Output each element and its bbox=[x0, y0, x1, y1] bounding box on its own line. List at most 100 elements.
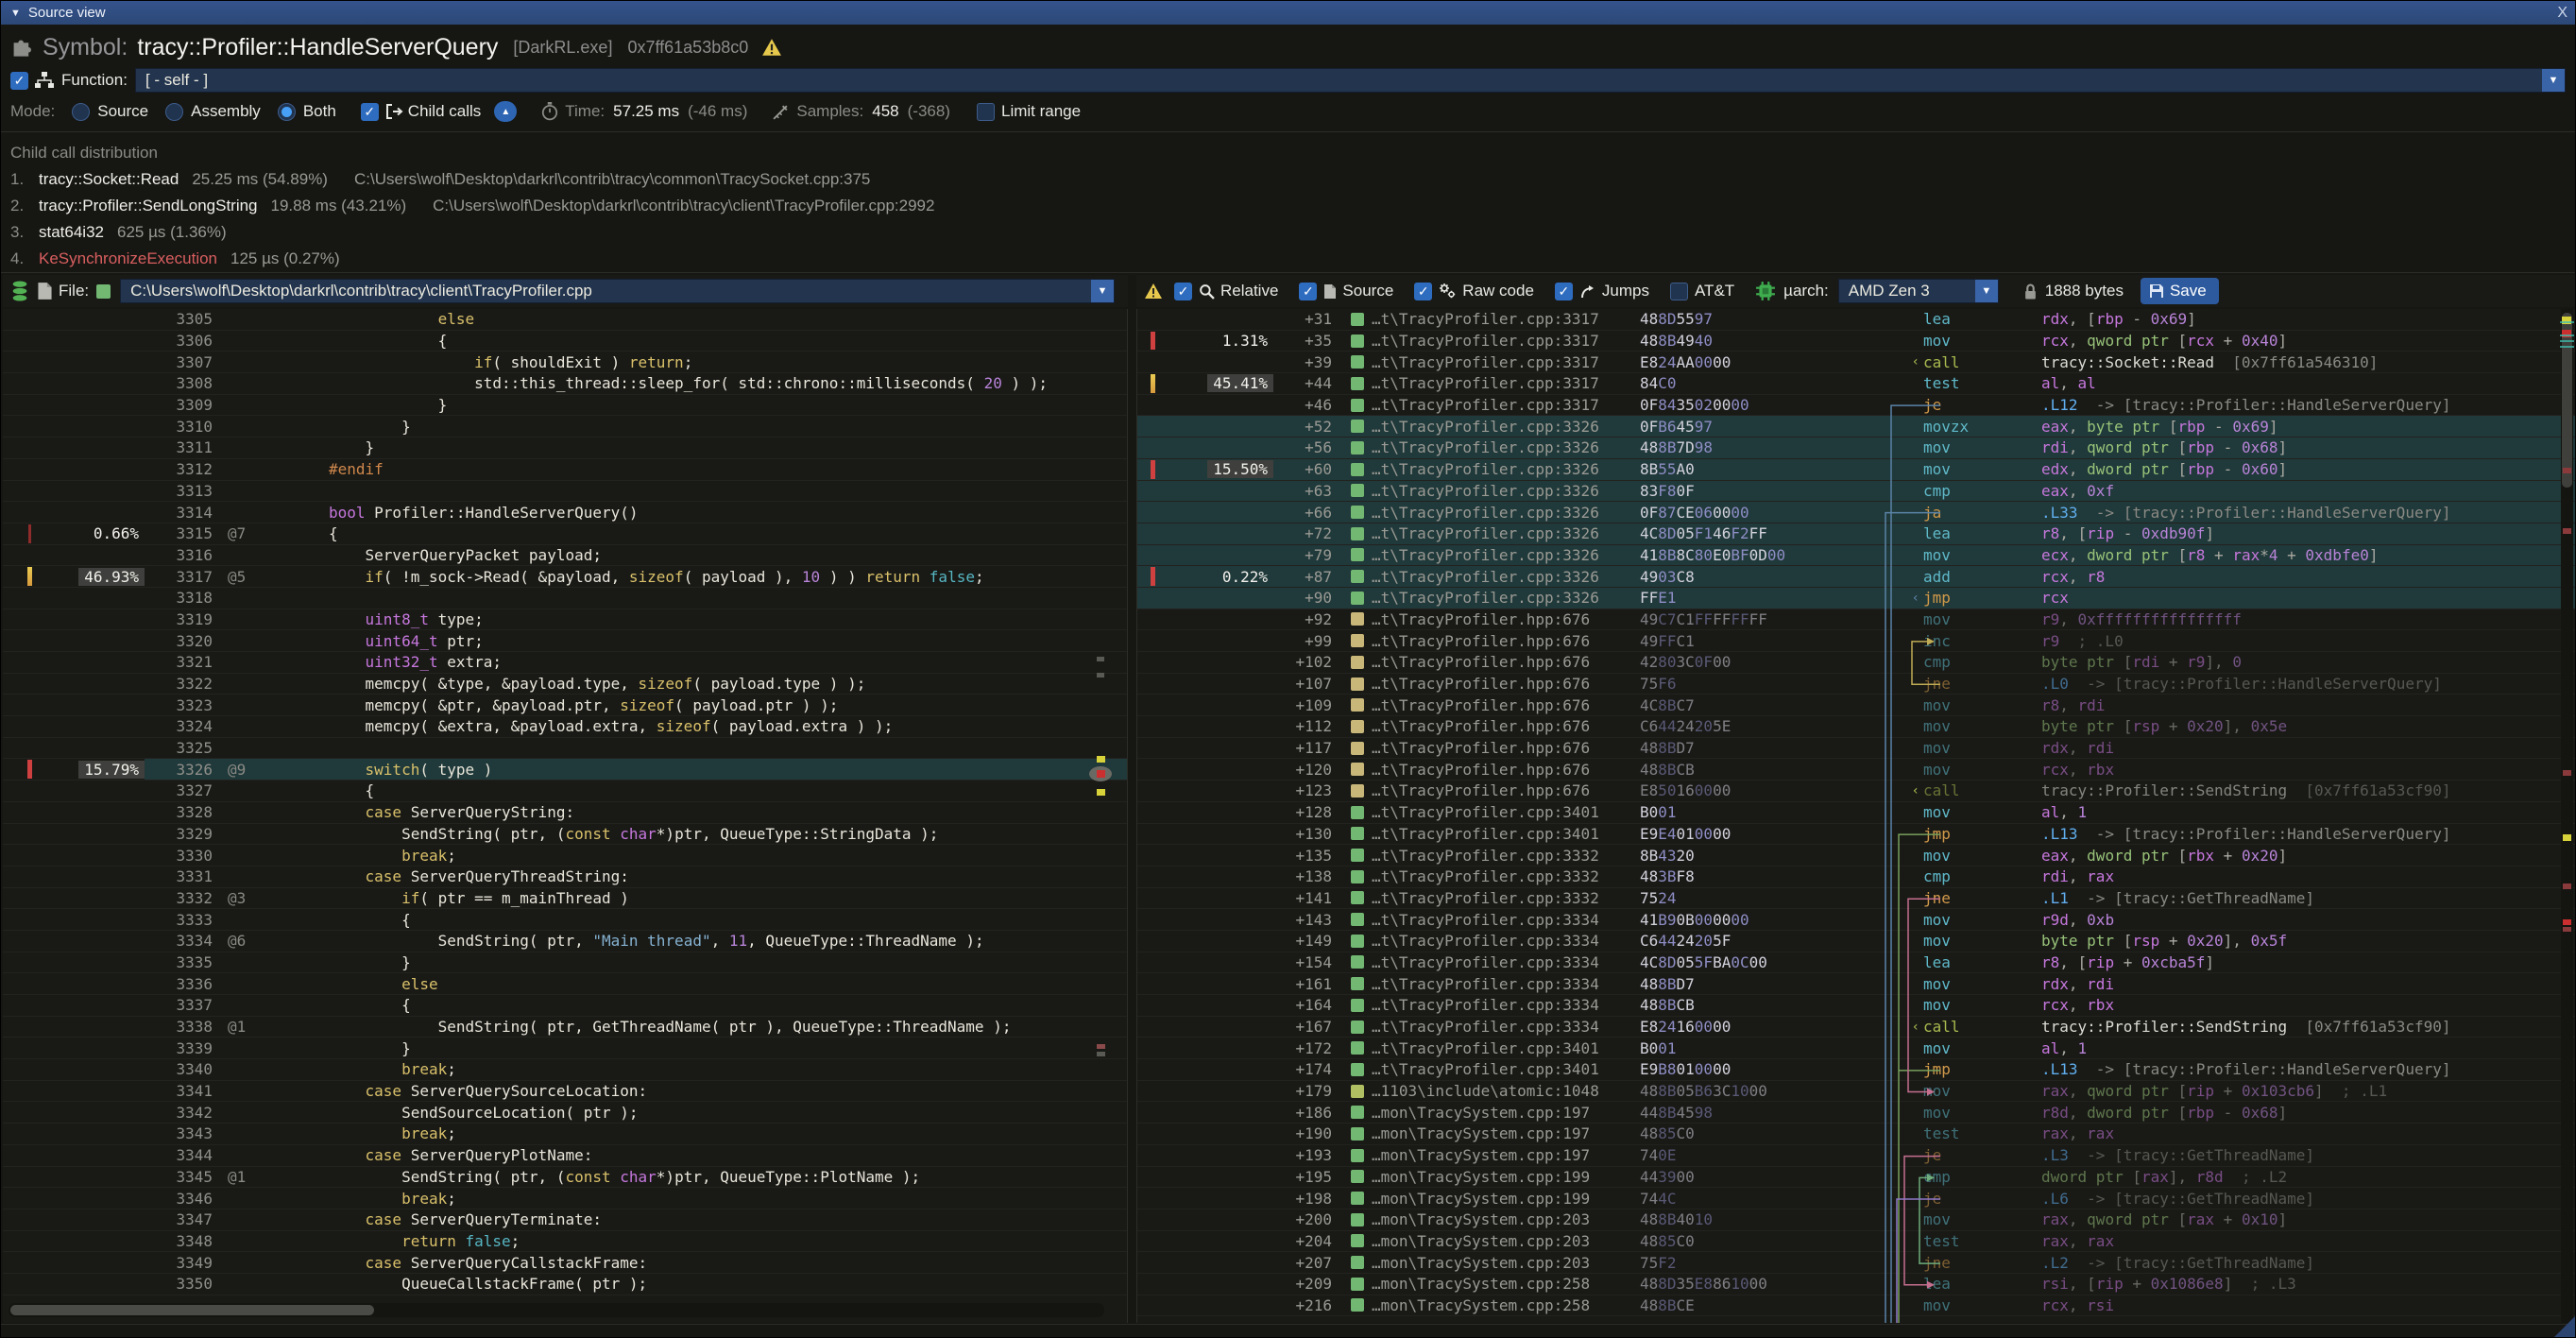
asm-row[interactable]: +102 …t\TracyProfiler.hpp:676 42803C0F00… bbox=[1137, 652, 2575, 674]
asm-row[interactable]: +141 …t\TracyProfiler.cpp:3332 7524 jne … bbox=[1137, 888, 2575, 910]
asm-mnemonic[interactable]: jne bbox=[1923, 1254, 2041, 1272]
source-line-row[interactable]: 3318 bbox=[3, 588, 1127, 609]
asm-mnemonic[interactable]: call bbox=[1923, 353, 2041, 371]
asm-row[interactable]: +90 …t\TracyProfiler.cpp:3326 FFE1 ‹ jmp… bbox=[1137, 588, 2575, 609]
source-line-row[interactable]: 3307 if( shouldExit ) return; bbox=[3, 352, 1127, 373]
uarch-dropdown[interactable]: AMD Zen 3 ▼ bbox=[1838, 279, 1999, 303]
source-line-row[interactable]: 3319 uint8_t type; bbox=[3, 609, 1127, 631]
att-toggle[interactable]: AT&T bbox=[1670, 282, 1734, 300]
source-horizontal-scrollbar[interactable] bbox=[9, 1303, 1104, 1317]
asm-source-location[interactable]: …t\TracyProfiler.cpp:3326 bbox=[1364, 589, 1640, 607]
source-line-row[interactable]: 3339 } bbox=[3, 1038, 1127, 1059]
source-line-row[interactable]: 3350 QueueCallstackFrame( ptr ); bbox=[3, 1274, 1127, 1295]
asm-mnemonic[interactable]: ja bbox=[1923, 504, 2041, 522]
source-line-row[interactable]: 3337 { bbox=[3, 995, 1127, 1017]
source-line-row[interactable]: 3348 return false; bbox=[3, 1231, 1127, 1253]
asm-mnemonic[interactable]: mov bbox=[1923, 717, 2041, 735]
asm-mnemonic[interactable]: mov bbox=[1923, 847, 2041, 865]
asm-mnemonic[interactable]: inc bbox=[1923, 632, 2041, 650]
asm-row[interactable]: +39 …t\TracyProfiler.cpp:3317 E824AA0000… bbox=[1137, 352, 2575, 373]
asm-source-location[interactable]: …mon\TracySystem.cpp:199 bbox=[1364, 1190, 1640, 1208]
asm-source-location[interactable]: …t\TracyProfiler.cpp:3401 bbox=[1364, 825, 1640, 843]
source-line-row[interactable]: 3328 case ServerQueryString: bbox=[3, 802, 1127, 824]
asm-mnemonic[interactable]: mov bbox=[1923, 803, 2041, 821]
source-line-row[interactable]: 3327 { bbox=[3, 780, 1127, 802]
asm-source-location[interactable]: …1103\include\atomic:1048 bbox=[1364, 1082, 1640, 1100]
radio-assembly[interactable] bbox=[165, 103, 183, 121]
asm-source-location[interactable]: …t\TracyProfiler.hpp:676 bbox=[1364, 781, 1640, 799]
asm-row[interactable]: +154 …t\TracyProfiler.cpp:3334 4C8D055FB… bbox=[1137, 952, 2575, 974]
asm-mnemonic[interactable]: cmp bbox=[1923, 867, 2041, 885]
chevron-down-icon[interactable]: ▼ bbox=[1975, 280, 1998, 302]
source-line-row[interactable]: 3313 bbox=[3, 481, 1127, 503]
asm-row[interactable]: +56 …t\TracyProfiler.cpp:3326 488B7D98 m… bbox=[1137, 437, 2575, 459]
asm-source-location[interactable]: …mon\TracySystem.cpp:203 bbox=[1364, 1210, 1640, 1228]
asm-mnemonic[interactable]: jne bbox=[1923, 675, 2041, 693]
asm-mnemonic[interactable]: call bbox=[1923, 1018, 2041, 1036]
asm-source-location[interactable]: …t\TracyProfiler.hpp:676 bbox=[1364, 610, 1640, 628]
chevron-down-icon[interactable]: ▼ bbox=[1091, 280, 1114, 302]
asm-row[interactable]: +190 …mon\TracySystem.cpp:197 4885C0 tes… bbox=[1137, 1124, 2575, 1145]
asm-mnemonic[interactable]: test bbox=[1923, 1124, 2041, 1142]
source-line-row[interactable]: 3338 @1 SendString( ptr, GetThreadName( … bbox=[3, 1017, 1127, 1038]
asm-source-location[interactable]: …mon\TracySystem.cpp:258 bbox=[1364, 1275, 1640, 1293]
collapse-triangle-icon[interactable]: ▼ bbox=[10, 8, 21, 19]
asm-mnemonic[interactable]: mov bbox=[1923, 1082, 2041, 1100]
source-line-row[interactable]: 3324 memcpy( &extra, &payload.extra, siz… bbox=[3, 716, 1127, 738]
asm-row[interactable]: +167 …t\TracyProfiler.cpp:3334 E82416000… bbox=[1137, 1017, 2575, 1038]
asm-mnemonic[interactable]: mov bbox=[1923, 546, 2041, 564]
source-line-row[interactable]: 3312 #endif bbox=[3, 459, 1127, 481]
asm-row[interactable]: +200 …mon\TracySystem.cpp:203 488B4010 m… bbox=[1137, 1209, 2575, 1231]
resize-grip[interactable] bbox=[2554, 1316, 2575, 1337]
source-line-row[interactable]: 3336 else bbox=[3, 973, 1127, 995]
limit-range-checkbox[interactable] bbox=[977, 103, 995, 121]
asm-source-location[interactable]: …mon\TracySystem.cpp:258 bbox=[1364, 1296, 1640, 1314]
source-line-row[interactable]: 3311 } bbox=[3, 437, 1127, 459]
asm-source-location[interactable]: …t\TracyProfiler.cpp:3332 bbox=[1364, 889, 1640, 907]
asm-mnemonic[interactable]: cmp bbox=[1923, 1168, 2041, 1186]
source-line-row[interactable]: 3341 case ServerQuerySourceLocation: bbox=[3, 1081, 1127, 1103]
assembly-scrollbar[interactable] bbox=[2561, 309, 2573, 1323]
asm-mnemonic[interactable]: mov bbox=[1923, 1039, 2041, 1057]
asm-mnemonic[interactable]: mov bbox=[1923, 460, 2041, 478]
asm-source-location[interactable]: …t\TracyProfiler.cpp:3317 bbox=[1364, 353, 1640, 371]
save-button[interactable]: Save bbox=[2141, 278, 2219, 304]
asm-row[interactable]: +120 …t\TracyProfiler.hpp:676 488BCB mov… bbox=[1137, 759, 2575, 780]
asm-mnemonic[interactable]: mov bbox=[1923, 911, 2041, 929]
source-line-row[interactable]: 3323 memcpy( &ptr, &payload.ptr, sizeof(… bbox=[3, 695, 1127, 716]
source-line-row[interactable]: 3316 ServerQueryPacket payload; bbox=[3, 545, 1127, 567]
asm-source-location[interactable]: …t\TracyProfiler.cpp:3326 bbox=[1364, 418, 1640, 436]
asm-row[interactable]: +179 …1103\include\atomic:1048 488B05B63… bbox=[1137, 1081, 2575, 1103]
asm-mnemonic[interactable]: jne bbox=[1923, 889, 2041, 907]
radio-source-label[interactable]: Source bbox=[97, 102, 148, 121]
asm-source-location[interactable]: …t\TracyProfiler.cpp:3326 bbox=[1364, 504, 1640, 522]
asm-row[interactable]: +107 …t\TracyProfiler.hpp:676 75F6 jne .… bbox=[1137, 674, 2575, 695]
asm-source-location[interactable]: …t\TracyProfiler.cpp:3326 bbox=[1364, 524, 1640, 542]
collapse-child-calls-button[interactable]: ▲ bbox=[494, 101, 517, 122]
child-call-item[interactable]: 3. stat64i32 625 µs (1.36%) bbox=[10, 219, 2576, 246]
asm-mnemonic[interactable]: mov bbox=[1923, 332, 2041, 350]
asm-mnemonic[interactable]: jmp bbox=[1923, 1060, 2041, 1078]
relative-toggle[interactable]: ✓ Relative bbox=[1174, 282, 1278, 300]
source-line-row[interactable]: 3349 case ServerQueryCallstackFrame: bbox=[3, 1252, 1127, 1274]
asm-source-location[interactable]: …t\TracyProfiler.hpp:676 bbox=[1364, 739, 1640, 757]
asm-row[interactable]: +149 …t\TracyProfiler.cpp:3334 C64424205… bbox=[1137, 931, 2575, 952]
asm-row[interactable]: +172 …t\TracyProfiler.cpp:3401 B001 mov … bbox=[1137, 1038, 2575, 1059]
asm-mnemonic[interactable]: mov bbox=[1923, 975, 2041, 993]
asm-mnemonic[interactable]: cmp bbox=[1923, 653, 2041, 671]
function-dropdown[interactable]: [ - self - ] ▼ bbox=[135, 68, 2566, 93]
asm-mnemonic[interactable]: call bbox=[1923, 781, 2041, 799]
source-line-row[interactable]: 3308 std::this_thread::sleep_for( std::c… bbox=[3, 373, 1127, 395]
asm-source-location[interactable]: …mon\TracySystem.cpp:197 bbox=[1364, 1124, 1640, 1142]
asm-mnemonic[interactable]: mov bbox=[1923, 1296, 2041, 1314]
asm-source-location[interactable]: …t\TracyProfiler.hpp:676 bbox=[1364, 761, 1640, 779]
asm-row[interactable]: +117 …t\TracyProfiler.hpp:676 488BD7 mov… bbox=[1137, 738, 2575, 760]
source-line-row[interactable]: 15.79% 3326 @9 switch( type ) bbox=[3, 759, 1127, 780]
asm-row[interactable]: +161 …t\TracyProfiler.cpp:3334 488BD7 mo… bbox=[1137, 973, 2575, 995]
source-line-row[interactable]: 3332 @3 if( ptr == m_mainThread ) bbox=[3, 888, 1127, 910]
asm-mnemonic[interactable]: mov bbox=[1923, 610, 2041, 628]
asm-mnemonic[interactable]: add bbox=[1923, 568, 2041, 586]
asm-row[interactable]: +63 …t\TracyProfiler.cpp:3326 83F80F cmp… bbox=[1137, 481, 2575, 503]
asm-mnemonic[interactable]: lea bbox=[1923, 1275, 2041, 1293]
asm-row[interactable]: +207 …mon\TracySystem.cpp:203 75F2 jne .… bbox=[1137, 1252, 2575, 1274]
